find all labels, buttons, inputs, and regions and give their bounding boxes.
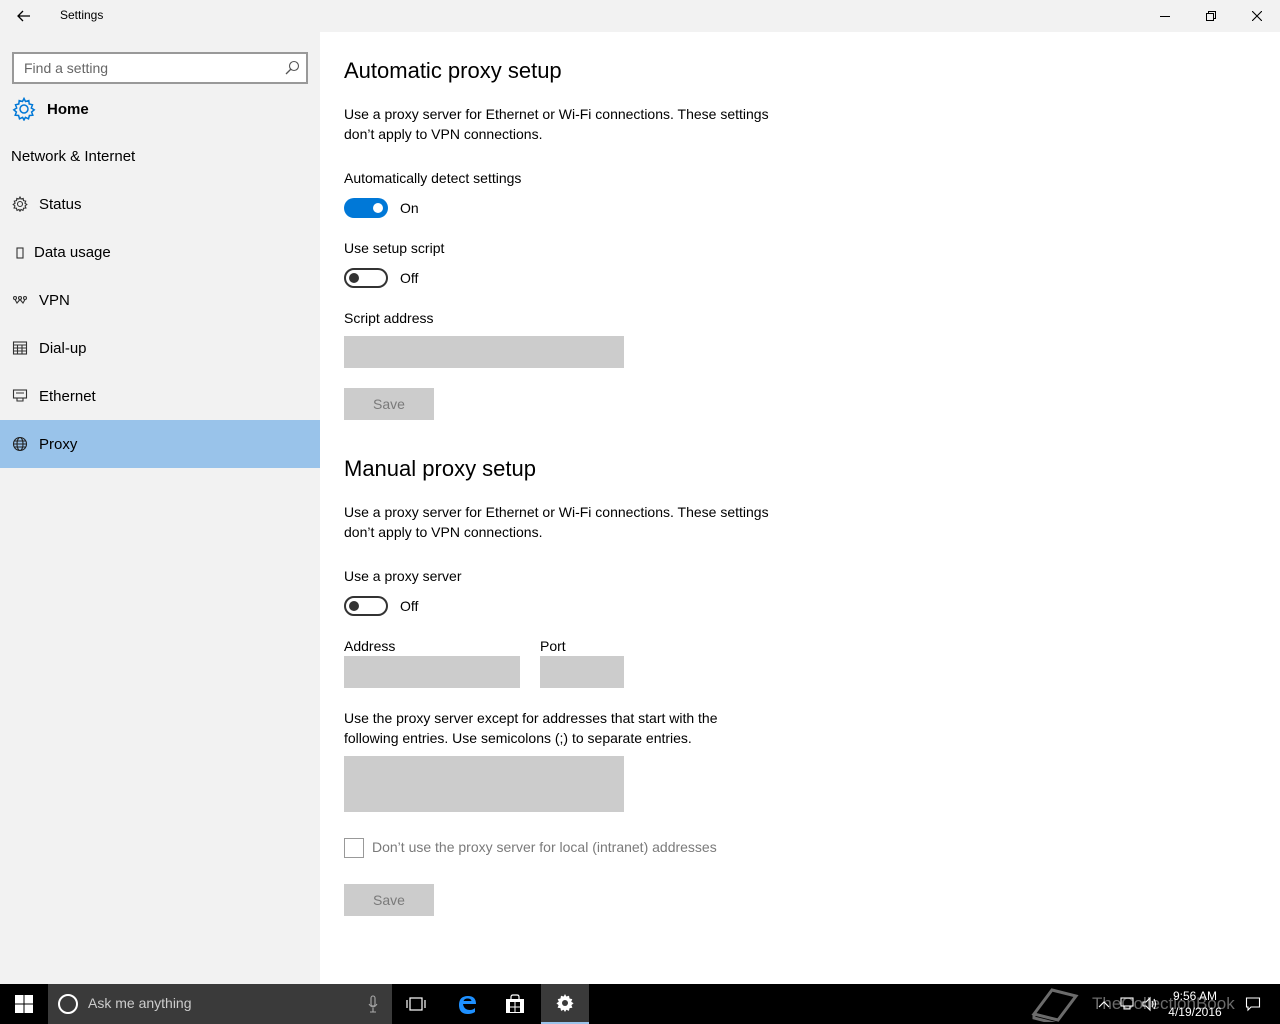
- description-line: Use a proxy server for Ethernet or Wi-Fi…: [344, 504, 769, 520]
- description-line: Use a proxy server for Ethernet or Wi-Fi…: [344, 106, 769, 122]
- edge-taskbar-button[interactable]: [443, 984, 491, 1024]
- use-proxy-state: Off: [400, 598, 419, 614]
- speaker-icon: [1142, 996, 1157, 1012]
- task-view-button[interactable]: [392, 984, 440, 1024]
- chevron-up-icon: [1098, 1001, 1110, 1008]
- sidebar-item-status[interactable]: Status: [0, 180, 320, 228]
- manual-save-button[interactable]: Save: [344, 884, 434, 916]
- network-tray-button[interactable]: [1116, 984, 1138, 1024]
- clock-date: 4/19/2016: [1168, 1005, 1222, 1019]
- sidebar-item-label: Proxy: [39, 435, 78, 453]
- sidebar-item-data-usage[interactable]: Data usage: [0, 228, 320, 276]
- volume-tray-button[interactable]: [1138, 984, 1160, 1024]
- description-line: don’t apply to VPN connections.: [344, 126, 543, 142]
- data-usage-icon: [12, 244, 28, 260]
- setup-script-label: Use setup script: [344, 240, 445, 256]
- windows-logo-icon: [15, 995, 33, 1013]
- home-label: Home: [47, 100, 89, 118]
- cortana-search-box[interactable]: Ask me anything: [48, 984, 392, 1024]
- gear-icon: [12, 196, 28, 212]
- sidebar-item-proxy[interactable]: Proxy: [0, 420, 320, 468]
- microphone-icon[interactable]: [368, 995, 378, 1013]
- description-line: following entries. Use semicolons (;) to…: [344, 730, 692, 746]
- dial-up-icon: [12, 340, 28, 356]
- port-field[interactable]: [540, 656, 624, 688]
- store-icon: [506, 994, 524, 1013]
- search-box[interactable]: [12, 52, 308, 84]
- exceptions-field[interactable]: [344, 756, 624, 812]
- restore-icon: [1206, 11, 1216, 21]
- script-address-label: Script address: [344, 310, 434, 326]
- close-icon: [1252, 11, 1262, 21]
- back-button[interactable]: [8, 0, 40, 32]
- start-button[interactable]: [0, 984, 48, 1024]
- sidebar-item-label: Ethernet: [39, 387, 96, 405]
- manual-proxy-description: Use a proxy server for Ethernet or Wi-Fi…: [344, 502, 804, 542]
- address-field[interactable]: [344, 656, 520, 688]
- proxy-settings-page: Automatic proxy setup Use a proxy server…: [320, 32, 1280, 984]
- back-arrow-icon: [17, 10, 30, 22]
- exceptions-description: Use the proxy server except for addresse…: [344, 708, 804, 748]
- action-center-button[interactable]: [1238, 984, 1268, 1024]
- manual-proxy-heading: Manual proxy setup: [344, 456, 536, 481]
- vpn-icon: [12, 292, 28, 308]
- search-input[interactable]: [24, 59, 274, 77]
- use-proxy-toggle[interactable]: [344, 596, 388, 616]
- sidebar-item-label: Dial-up: [39, 339, 87, 357]
- local-addresses-label: Don’t use the proxy server for local (in…: [372, 839, 717, 855]
- restore-button[interactable]: [1188, 0, 1234, 32]
- section-title: Network & Internet: [11, 148, 136, 165]
- setup-script-state: Off: [400, 270, 419, 286]
- minimize-button[interactable]: [1142, 0, 1188, 32]
- search-icon[interactable]: [284, 60, 300, 76]
- setup-script-toggle[interactable]: [344, 268, 388, 288]
- description-line: don’t apply to VPN connections.: [344, 524, 543, 540]
- gear-icon: [12, 97, 36, 121]
- port-label: Port: [540, 638, 566, 654]
- cortana-icon: [58, 994, 78, 1014]
- globe-icon: [12, 436, 28, 452]
- title-bar: Settings: [0, 0, 1280, 32]
- task-view-icon: [406, 997, 426, 1011]
- description-line: Use the proxy server except for addresse…: [344, 710, 718, 726]
- network-icon: [1120, 997, 1134, 1010]
- toggle-knob: [349, 273, 359, 283]
- edge-icon: [459, 996, 476, 1014]
- minimize-icon: [1160, 16, 1170, 17]
- book-logo-icon: [1031, 988, 1079, 1022]
- auto-save-button[interactable]: Save: [344, 388, 434, 420]
- cortana-placeholder: Ask me anything: [88, 995, 192, 1011]
- close-button[interactable]: [1234, 0, 1280, 32]
- show-hidden-icons-button[interactable]: [1092, 984, 1116, 1024]
- auto-detect-state: On: [400, 200, 419, 216]
- auto-detect-label: Automatically detect settings: [344, 170, 522, 186]
- sidebar-item-ethernet[interactable]: Ethernet: [0, 372, 320, 420]
- store-taskbar-button[interactable]: [491, 984, 539, 1024]
- ethernet-icon: [12, 388, 28, 404]
- auto-detect-toggle[interactable]: [344, 198, 388, 218]
- use-proxy-label: Use a proxy server: [344, 568, 462, 584]
- window-title: Settings: [60, 8, 104, 22]
- home-nav[interactable]: Home: [0, 92, 320, 126]
- address-label: Address: [344, 638, 396, 654]
- clock-time: 9:56 AM: [1172, 989, 1218, 1003]
- toggle-knob: [373, 203, 383, 213]
- automatic-proxy-heading: Automatic proxy setup: [344, 58, 562, 83]
- sidebar-item-label: VPN: [39, 291, 70, 309]
- automatic-proxy-description: Use a proxy server for Ethernet or Wi-Fi…: [344, 104, 804, 144]
- sidebar-item-label: Status: [39, 195, 82, 213]
- taskbar: Ask me anything TheCollectionBook 9:56 A…: [0, 984, 1280, 1024]
- toggle-knob: [349, 601, 359, 611]
- sidebar: Home Network & Internet Status Data usag…: [0, 32, 320, 984]
- local-addresses-checkbox[interactable]: [344, 838, 364, 858]
- sidebar-item-label: Data usage: [34, 243, 111, 261]
- clock[interactable]: 9:56 AM 4/19/2016: [1160, 988, 1230, 1020]
- action-center-icon: [1245, 997, 1261, 1012]
- settings-gear-icon: [556, 994, 574, 1012]
- script-address-field[interactable]: [344, 336, 624, 368]
- sidebar-item-dial-up[interactable]: Dial-up: [0, 324, 320, 372]
- settings-taskbar-button[interactable]: [541, 984, 589, 1024]
- sidebar-item-vpn[interactable]: VPN: [0, 276, 320, 324]
